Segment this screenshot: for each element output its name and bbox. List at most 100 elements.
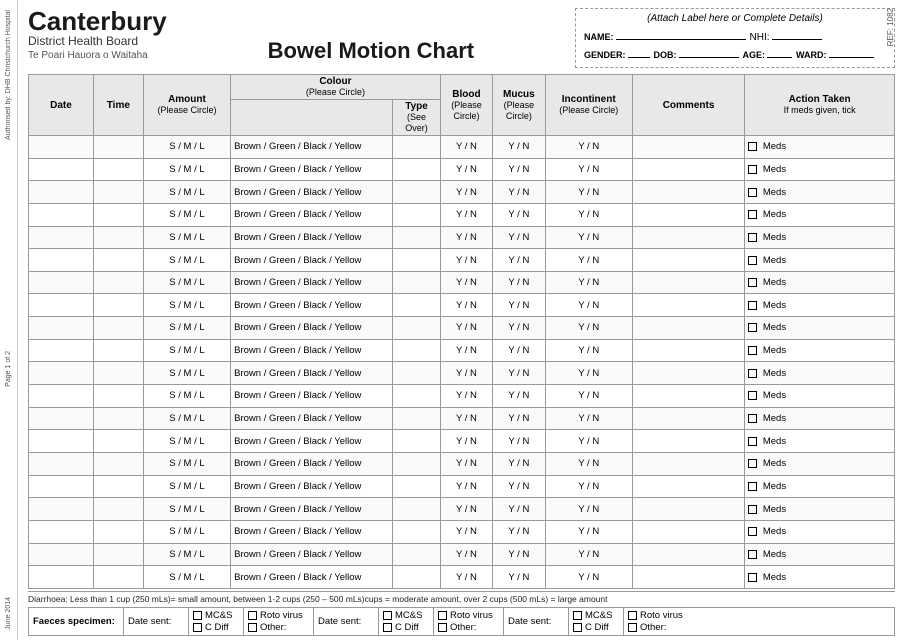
cell-type-0[interactable] — [393, 136, 440, 159]
cell-time-9[interactable] — [93, 339, 143, 362]
meds-checkbox-6[interactable] — [748, 278, 757, 287]
cell-time-1[interactable] — [93, 158, 143, 181]
cell-type-14[interactable] — [393, 452, 440, 475]
gender-input-line[interactable] — [628, 46, 650, 58]
cell-type-18[interactable] — [393, 543, 440, 566]
meds-checkbox-10[interactable] — [748, 369, 757, 378]
meds-checkbox-0[interactable] — [748, 142, 757, 151]
cell-time-6[interactable] — [93, 271, 143, 294]
dob-input-line[interactable] — [679, 46, 739, 58]
cell-time-14[interactable] — [93, 452, 143, 475]
cell-time-13[interactable] — [93, 430, 143, 453]
cell-date-0[interactable] — [29, 136, 94, 159]
cell-time-0[interactable] — [93, 136, 143, 159]
cell-comments-4[interactable] — [632, 226, 744, 249]
cell-date-8[interactable] — [29, 317, 94, 340]
cell-date-10[interactable] — [29, 362, 94, 385]
cell-date-4[interactable] — [29, 226, 94, 249]
cell-comments-7[interactable] — [632, 294, 744, 317]
cell-comments-2[interactable] — [632, 181, 744, 204]
cell-comments-15[interactable] — [632, 475, 744, 498]
cell-time-11[interactable] — [93, 385, 143, 408]
meds-checkbox-15[interactable] — [748, 482, 757, 491]
cell-time-10[interactable] — [93, 362, 143, 385]
cell-time-19[interactable] — [93, 566, 143, 589]
cell-date-19[interactable] — [29, 566, 94, 589]
cell-date-15[interactable] — [29, 475, 94, 498]
cell-comments-11[interactable] — [632, 385, 744, 408]
cell-date-7[interactable] — [29, 294, 94, 317]
cell-date-9[interactable] — [29, 339, 94, 362]
cell-comments-14[interactable] — [632, 452, 744, 475]
cell-type-3[interactable] — [393, 203, 440, 226]
cdiff-checkbox-1[interactable] — [193, 623, 202, 632]
meds-checkbox-5[interactable] — [748, 256, 757, 265]
nhi-input-line[interactable] — [772, 28, 822, 40]
meds-checkbox-1[interactable] — [748, 165, 757, 174]
cell-date-16[interactable] — [29, 498, 94, 521]
cell-comments-1[interactable] — [632, 158, 744, 181]
cell-type-1[interactable] — [393, 158, 440, 181]
meds-checkbox-3[interactable] — [748, 210, 757, 219]
cell-type-11[interactable] — [393, 385, 440, 408]
meds-checkbox-2[interactable] — [748, 188, 757, 197]
cell-time-12[interactable] — [93, 407, 143, 430]
meds-checkbox-11[interactable] — [748, 391, 757, 400]
other-checkbox-2[interactable] — [438, 623, 447, 632]
cell-time-2[interactable] — [93, 181, 143, 204]
cdiff-checkbox-3[interactable] — [573, 623, 582, 632]
cell-date-11[interactable] — [29, 385, 94, 408]
cell-type-4[interactable] — [393, 226, 440, 249]
roto-checkbox-3[interactable] — [628, 611, 637, 620]
cell-type-7[interactable] — [393, 294, 440, 317]
roto-checkbox-2[interactable] — [438, 611, 447, 620]
cell-comments-9[interactable] — [632, 339, 744, 362]
cell-time-15[interactable] — [93, 475, 143, 498]
cell-type-5[interactable] — [393, 249, 440, 272]
cell-comments-6[interactable] — [632, 271, 744, 294]
cell-date-2[interactable] — [29, 181, 94, 204]
cell-date-3[interactable] — [29, 203, 94, 226]
cell-date-1[interactable] — [29, 158, 94, 181]
cell-comments-19[interactable] — [632, 566, 744, 589]
cell-date-18[interactable] — [29, 543, 94, 566]
cell-comments-0[interactable] — [632, 136, 744, 159]
mcs-checkbox-2[interactable] — [383, 611, 392, 620]
meds-checkbox-8[interactable] — [748, 323, 757, 332]
cell-comments-17[interactable] — [632, 520, 744, 543]
cell-comments-5[interactable] — [632, 249, 744, 272]
cell-time-5[interactable] — [93, 249, 143, 272]
cell-type-16[interactable] — [393, 498, 440, 521]
meds-checkbox-9[interactable] — [748, 346, 757, 355]
other-checkbox-1[interactable] — [248, 623, 257, 632]
name-input-line[interactable] — [616, 28, 746, 40]
cell-type-9[interactable] — [393, 339, 440, 362]
roto-checkbox-1[interactable] — [248, 611, 257, 620]
cell-comments-18[interactable] — [632, 543, 744, 566]
mcs-checkbox-3[interactable] — [573, 611, 582, 620]
cell-type-13[interactable] — [393, 430, 440, 453]
meds-checkbox-13[interactable] — [748, 437, 757, 446]
cell-date-12[interactable] — [29, 407, 94, 430]
cell-time-16[interactable] — [93, 498, 143, 521]
cell-date-17[interactable] — [29, 520, 94, 543]
cell-date-13[interactable] — [29, 430, 94, 453]
cell-type-10[interactable] — [393, 362, 440, 385]
cell-type-6[interactable] — [393, 271, 440, 294]
cell-time-18[interactable] — [93, 543, 143, 566]
mcs-checkbox-1[interactable] — [193, 611, 202, 620]
cell-comments-8[interactable] — [632, 317, 744, 340]
other-checkbox-3[interactable] — [628, 623, 637, 632]
cell-time-7[interactable] — [93, 294, 143, 317]
cell-type-2[interactable] — [393, 181, 440, 204]
cell-type-19[interactable] — [393, 566, 440, 589]
cell-type-17[interactable] — [393, 520, 440, 543]
cell-type-8[interactable] — [393, 317, 440, 340]
cell-time-8[interactable] — [93, 317, 143, 340]
cell-date-5[interactable] — [29, 249, 94, 272]
cell-time-17[interactable] — [93, 520, 143, 543]
meds-checkbox-17[interactable] — [748, 527, 757, 536]
cell-comments-10[interactable] — [632, 362, 744, 385]
cell-comments-3[interactable] — [632, 203, 744, 226]
age-input-line[interactable] — [767, 46, 792, 58]
